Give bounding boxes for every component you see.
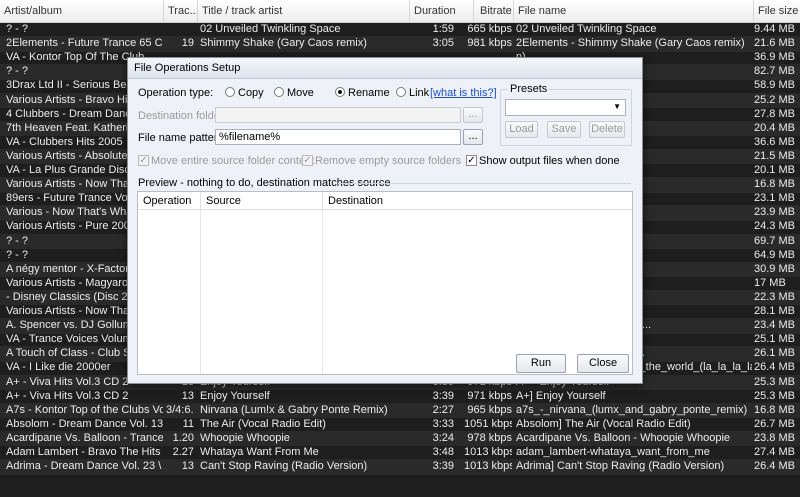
- move-source-folder-checkbox[interactable]: ✓: [138, 155, 149, 166]
- close-button[interactable]: Close: [577, 354, 629, 373]
- show-output-files-checkbox[interactable]: ✓: [466, 155, 477, 166]
- pattern-browse-button[interactable]: ...: [463, 129, 483, 145]
- radio-move-label: Move: [287, 87, 314, 99]
- destination-folder-label: Destination folder:: [138, 110, 227, 122]
- destination-browse-button[interactable]: ...: [463, 107, 483, 123]
- preview-divider: [338, 183, 631, 184]
- filename-cell: Adrima] Can't Stop Raving (Radio Version…: [516, 460, 725, 473]
- col-duration[interactable]: Duration: [410, 0, 474, 22]
- col-filesize[interactable]: File size: [754, 0, 800, 22]
- preview-list[interactable]: Operation Source Destination: [137, 191, 633, 375]
- move-source-folder-label: Move entire source folder content: [151, 155, 315, 167]
- file-name-pattern-label: File name pattern:: [138, 132, 227, 144]
- presets-label: Presets: [508, 83, 550, 95]
- filesize-cell: 26.4 MB: [754, 460, 795, 473]
- load-preset-button[interactable]: Load: [505, 121, 538, 138]
- col-filename[interactable]: File name: [514, 0, 754, 22]
- radio-rename-label: Rename: [348, 87, 390, 99]
- chevron-down-icon: ▼: [613, 102, 621, 111]
- what-is-this-link[interactable]: [what is this?]: [430, 87, 497, 99]
- remove-empty-folders-checkbox[interactable]: ✓: [302, 155, 313, 166]
- preview-col-source[interactable]: Source: [201, 192, 323, 210]
- col-track[interactable]: Trac...: [164, 0, 198, 22]
- file-name-pattern-input[interactable]: %filename%: [215, 129, 461, 145]
- presets-select[interactable]: ▼: [505, 99, 626, 116]
- save-preset-button[interactable]: Save: [547, 121, 581, 138]
- radio-rename[interactable]: [335, 87, 345, 97]
- col-title[interactable]: Title / track artist: [198, 0, 410, 22]
- track-cell: 13: [181, 460, 194, 473]
- col-bitrate[interactable]: Bitrate: [474, 0, 514, 22]
- run-button[interactable]: Run: [516, 354, 566, 373]
- radio-link[interactable]: [396, 87, 406, 97]
- show-output-files-label: Show output files when done: [479, 155, 620, 167]
- column-header: Artist/album Trac... Title / track artis…: [0, 0, 800, 23]
- radio-copy[interactable]: [225, 87, 235, 97]
- radio-link-label: Link: [409, 87, 430, 99]
- radio-copy-label: Copy: [238, 87, 264, 99]
- preview-col-destination[interactable]: Destination: [323, 192, 632, 210]
- title-cell: Can't Stop Raving (Radio Version): [200, 460, 368, 473]
- destination-folder-input[interactable]: [215, 107, 461, 123]
- operation-type-label: Operation type:: [138, 87, 214, 99]
- dialog-title: File Operations Setup: [134, 62, 241, 74]
- table-row[interactable]: Adrima - Dream Dance Vol. 23 \ C... 13 Can…: [0, 459, 800, 475]
- preview-col-divider: [200, 210, 201, 374]
- preview-col-divider: [322, 210, 323, 374]
- preview-col-operation[interactable]: Operation: [138, 192, 201, 210]
- radio-move[interactable]: [274, 87, 284, 97]
- duration-cell: 3:39: [432, 460, 454, 473]
- dialog-titlebar[interactable]: File Operations Setup: [128, 58, 642, 79]
- artist-cell: Adrima - Dream Dance Vol. 23 \ C...: [6, 460, 163, 473]
- bitrate-cell: 1013 kbps: [464, 460, 512, 473]
- remove-empty-folders-label: Remove empty source folders: [315, 155, 462, 167]
- col-artist[interactable]: Artist/album: [0, 0, 164, 22]
- file-operations-dialog: File Operations Setup Operation type: Co…: [127, 57, 643, 384]
- delete-preset-button[interactable]: Delete: [589, 121, 625, 138]
